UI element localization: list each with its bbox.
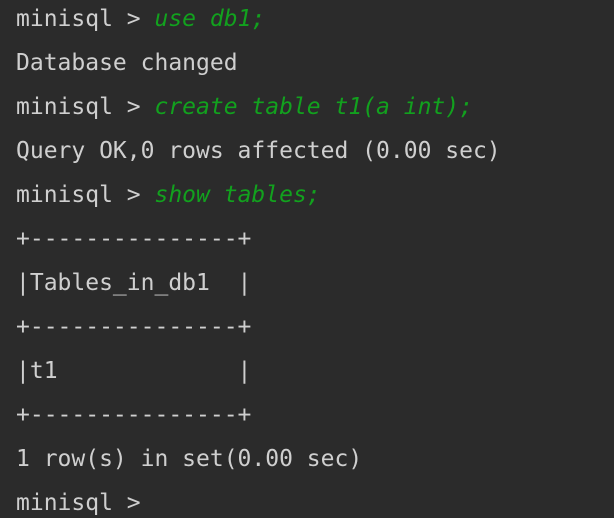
- table-row: |t1 |: [16, 358, 252, 384]
- command-line: minisql > show tables;: [16, 178, 614, 222]
- terminal-window[interactable]: minisql > use db1; Database changed mini…: [0, 0, 614, 518]
- command-text: create table t1(a int);: [154, 94, 473, 120]
- output-line: Database changed: [16, 50, 238, 76]
- table-border: +---------------+: [16, 314, 252, 340]
- prompt: minisql >: [16, 490, 155, 516]
- output-line: 1 row(s) in set(0.00 sec): [16, 446, 363, 472]
- table-header: |Tables_in_db1 |: [16, 270, 252, 296]
- prompt: minisql >: [16, 94, 155, 120]
- command-line-current[interactable]: minisql >: [16, 486, 614, 518]
- table-border: +---------------+: [16, 402, 252, 428]
- table-border: +---------------+: [16, 226, 252, 252]
- prompt: minisql >: [16, 182, 155, 208]
- output-line: Query OK,0 rows affected (0.00 sec): [16, 138, 501, 164]
- command-line: minisql > create table t1(a int);: [16, 90, 614, 134]
- command-line: minisql > use db1;: [16, 2, 614, 46]
- command-text: show tables;: [154, 182, 321, 208]
- command-text: use db1;: [154, 6, 266, 32]
- prompt: minisql >: [16, 6, 155, 32]
